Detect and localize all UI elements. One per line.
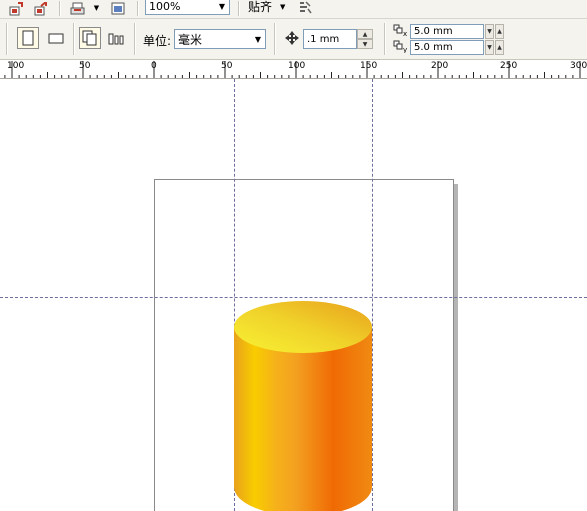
svg-text:y: y bbox=[403, 46, 407, 53]
portrait-icon[interactable] bbox=[17, 27, 39, 49]
landscape-icon[interactable] bbox=[45, 27, 67, 49]
cylinder-top bbox=[234, 301, 372, 353]
chevron-down-icon[interactable]: ▼ bbox=[251, 30, 265, 48]
ruler-label: 50 bbox=[221, 61, 233, 71]
ruler-label: 100 bbox=[288, 61, 306, 71]
ruler-label: 50 bbox=[79, 61, 91, 71]
duplicate-y-up-icon[interactable]: ▲ bbox=[495, 40, 504, 55]
ruler-label: 150 bbox=[360, 61, 378, 71]
zoom-level-combo[interactable]: 100% ▼ bbox=[145, 0, 230, 15]
chevron-down-icon[interactable]: ▼ bbox=[215, 0, 229, 14]
print-dropdown-arrow-icon[interactable]: ▼ bbox=[92, 3, 101, 13]
duplicate-x-icon: x bbox=[392, 23, 410, 38]
duplicate-y-down-icon[interactable]: ▼ bbox=[485, 40, 494, 55]
chevron-down-icon[interactable]: ▼ bbox=[280, 3, 285, 11]
unit-label: 单位: bbox=[143, 34, 172, 48]
duplicate-x-down-icon[interactable]: ▼ bbox=[485, 24, 494, 39]
all-pages-icon[interactable] bbox=[79, 27, 101, 49]
nudge-distance-value: .1 mm bbox=[307, 33, 340, 45]
standard-toolbar: ▼ 100% ▼ 贴齐 ▼ bbox=[0, 0, 587, 19]
duplicate-x-input[interactable]: 5.0 mm bbox=[410, 24, 484, 39]
horizontal-ruler[interactable]: 100 50 0 50 100 150 200 250 300 bbox=[0, 60, 587, 79]
ruler-label: 200 bbox=[431, 61, 449, 71]
options-icon[interactable] bbox=[297, 0, 313, 16]
duplicate-x-up-icon[interactable]: ▲ bbox=[495, 24, 504, 39]
nudge-distance-input[interactable]: .1 mm bbox=[303, 29, 357, 49]
ruler-label: 250 bbox=[500, 61, 518, 71]
ruler-label: 300 bbox=[570, 61, 587, 71]
snap-to-button[interactable]: 贴齐 ▼ bbox=[248, 0, 285, 15]
duplicate-y-value: 5.0 mm bbox=[414, 42, 453, 53]
unit-select-value: 毫米 bbox=[178, 32, 203, 47]
unit-select[interactable]: 毫米 ▼ bbox=[174, 29, 266, 49]
duplicate-y-icon: y bbox=[392, 39, 410, 54]
ruler-label: 100 bbox=[7, 61, 25, 71]
current-page-icon[interactable] bbox=[106, 27, 128, 49]
export-icon[interactable] bbox=[33, 1, 49, 16]
duplicate-x-value: 5.0 mm bbox=[414, 26, 453, 37]
drawing-canvas[interactable] bbox=[0, 79, 587, 511]
svg-text:x: x bbox=[403, 30, 407, 37]
duplicate-y-input[interactable]: 5.0 mm bbox=[410, 40, 484, 55]
zoom-level-value: 100% bbox=[149, 0, 181, 13]
snap-to-label: 贴齐 bbox=[248, 0, 273, 14]
cylinder-body bbox=[234, 327, 372, 511]
import-icon[interactable] bbox=[8, 1, 24, 16]
ruler-label: 0 bbox=[151, 61, 157, 71]
nudge-spin-up-icon[interactable]: ▲ bbox=[357, 29, 373, 39]
nudge-icon bbox=[283, 29, 301, 47]
nudge-spin-down-icon[interactable]: ▼ bbox=[357, 39, 373, 49]
print-icon[interactable] bbox=[68, 1, 86, 16]
application-launcher-icon[interactable] bbox=[110, 1, 126, 16]
property-bar: 单位: 毫米 ▼ .1 mm ▲ ▼ x 5.0 mm ▼ ▲ y 5.0 mm… bbox=[0, 19, 587, 60]
cylinder-object[interactable] bbox=[228, 297, 380, 511]
